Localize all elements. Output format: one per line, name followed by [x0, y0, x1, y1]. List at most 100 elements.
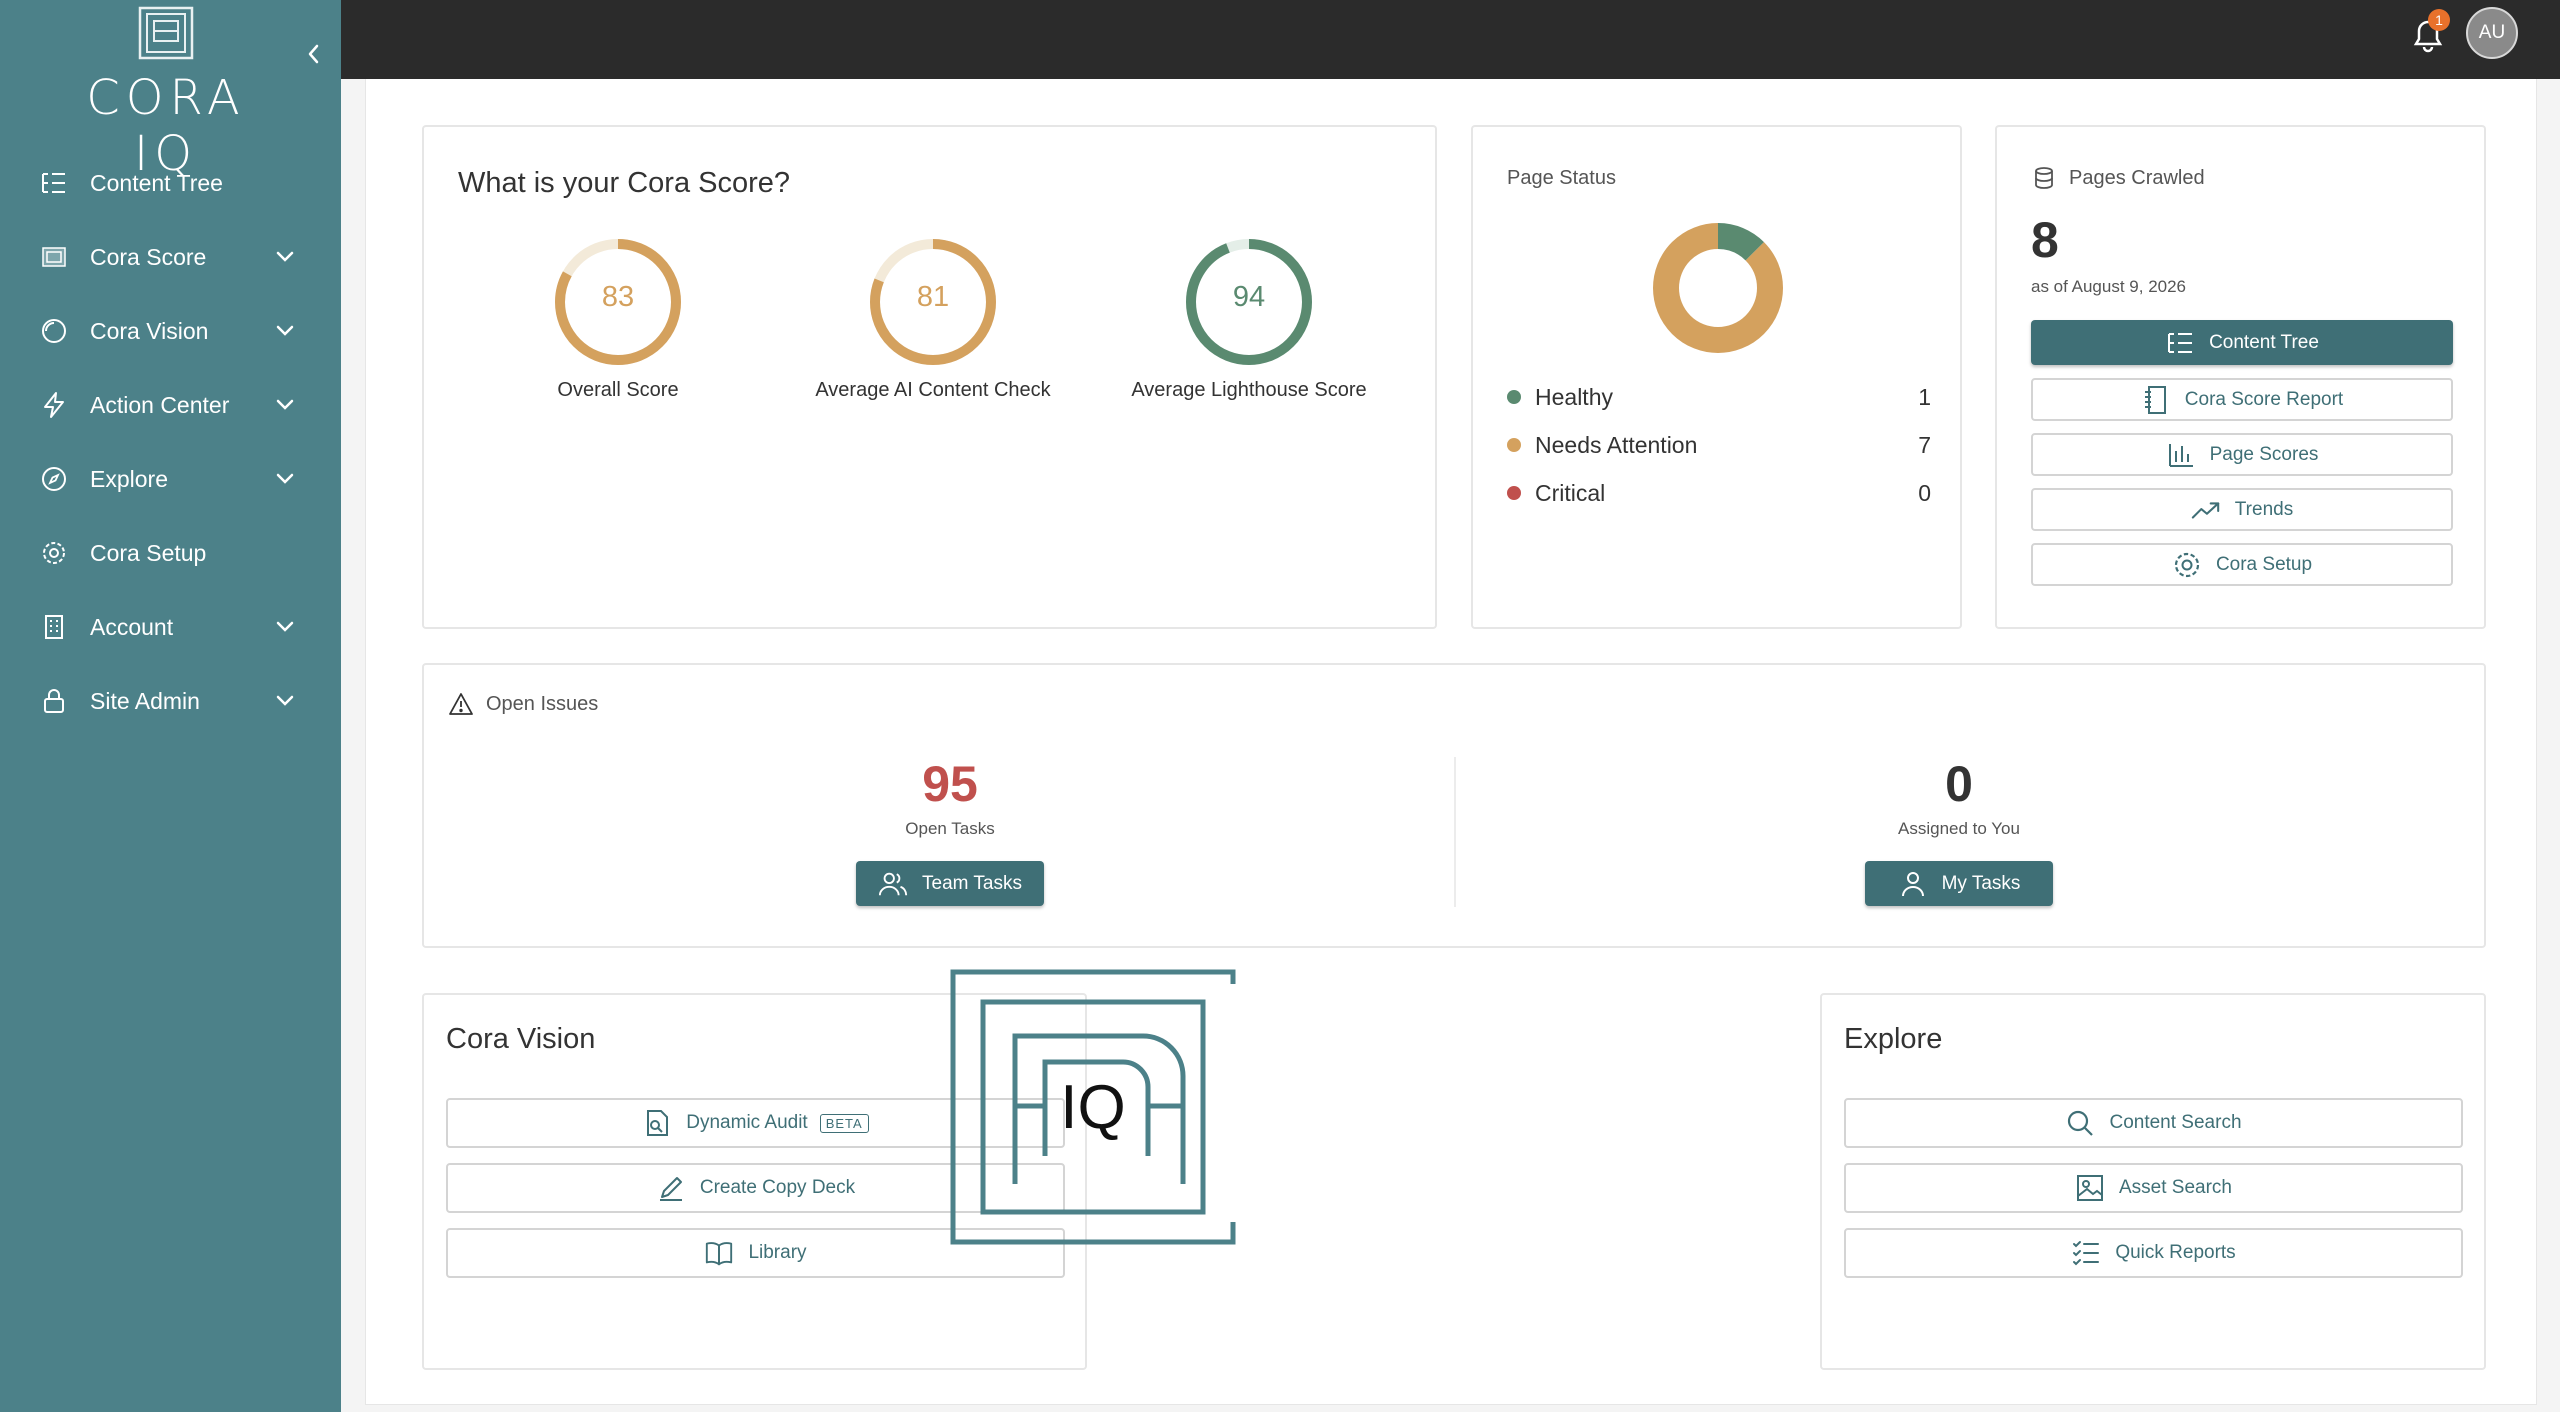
legend-row-needs-attention: Needs Attention 7	[1507, 427, 1931, 463]
gauge-value: 94	[1232, 281, 1266, 313]
card-title: Explore	[1844, 1023, 1943, 1055]
brand-logo[interactable]: CORA IQ	[54, 6, 278, 182]
button-label: Create Copy Deck	[699, 1177, 856, 1198]
assigned-count: 0	[1945, 756, 1973, 812]
page-status-donut	[1653, 223, 1783, 353]
sidebar-item-label: Cora Score	[90, 243, 207, 270]
sidebar-item-account[interactable]: Account	[0, 590, 341, 664]
legend-count: 7	[1918, 431, 1931, 458]
button-label: Page Scores	[2209, 443, 2319, 465]
cora-iq-logo-icon	[138, 6, 194, 60]
gear-icon	[2172, 550, 2202, 580]
card-title: What is your Cora Score?	[458, 167, 791, 199]
trends-button[interactable]: Trends	[2031, 488, 2453, 531]
card-title: Cora Vision	[446, 1023, 596, 1055]
card-title: Page Status	[1507, 167, 1616, 189]
open-tasks-label: Open Tasks	[905, 819, 995, 838]
content-search-button[interactable]: Content Search	[1844, 1098, 2463, 1148]
button-label: Team Tasks	[922, 872, 1022, 894]
legend-label: Needs Attention	[1535, 431, 1698, 458]
image-icon	[2075, 1173, 2105, 1203]
sidebar-item-label: Action Center	[90, 391, 230, 418]
gear-icon	[38, 537, 70, 569]
notebook-icon	[2141, 385, 2171, 415]
sidebar-item-action-center[interactable]: Action Center	[0, 368, 341, 442]
sidebar-item-content-tree[interactable]: Content Tree	[0, 146, 341, 220]
chevron-down-icon[interactable]	[273, 245, 297, 269]
legend-dot	[1507, 486, 1521, 500]
open-issues-card: Open Issues 95 Open Tasks Team Tasks 0 A…	[422, 663, 2486, 948]
pages-crawled-header: Pages Crawled	[2031, 165, 2205, 191]
legend-row-healthy: Healthy 1	[1507, 379, 1931, 415]
warning-icon	[449, 693, 473, 715]
beta-badge: BETA	[819, 1113, 869, 1133]
notification-badge: 1	[2428, 9, 2450, 31]
open-tasks-count: 95	[922, 756, 978, 812]
gauge-label: Average Lighthouse Score	[1131, 379, 1367, 401]
chevron-down-icon[interactable]	[273, 393, 297, 417]
center-logo-text: IQ	[1060, 1073, 1125, 1142]
avatar[interactable]: AU	[2466, 7, 2518, 59]
content-tree-button[interactable]: Content Tree	[2031, 320, 2453, 365]
search-icon	[2065, 1108, 2095, 1138]
legend-count: 0	[1918, 479, 1931, 506]
document-search-icon	[642, 1108, 672, 1138]
database-icon	[2035, 167, 2053, 189]
open-issues-header: Open Issues	[448, 691, 598, 717]
user-icon	[1898, 869, 1928, 899]
legend-count: 1	[1918, 383, 1931, 410]
gauge-value: 81	[916, 281, 950, 313]
page-status-card: Page Status Healthy 1 Needs Attention 7 …	[1471, 125, 1962, 629]
collapse-sidebar-icon[interactable]	[300, 40, 328, 68]
open-tasks-section: 95 Open Tasks	[750, 755, 1150, 839]
sidebar-item-label: Explore	[90, 465, 168, 492]
sidebar-item-cora-setup[interactable]: Cora Setup	[0, 516, 341, 590]
legend-label: Healthy	[1535, 383, 1613, 410]
cora-score-card: What is your Cora Score? 83 Overall Scor…	[422, 125, 1437, 629]
my-tasks-button[interactable]: My Tasks	[1865, 861, 2053, 906]
card-title: Pages Crawled	[2069, 166, 2205, 189]
tree-list-icon	[2165, 328, 2195, 358]
asset-search-button[interactable]: Asset Search	[1844, 1163, 2463, 1213]
chevron-down-icon[interactable]	[273, 615, 297, 639]
cora-score-report-button[interactable]: Cora Score Report	[2031, 378, 2453, 421]
button-label: Asset Search	[2119, 1177, 2232, 1198]
button-label: Content Search	[2109, 1112, 2242, 1133]
sidebar-item-label: Cora Setup	[90, 539, 207, 566]
cora-setup-button[interactable]: Cora Setup	[2031, 543, 2453, 586]
gauge-overall-score: 83 Overall Score	[498, 237, 738, 402]
sidebar-item-label: Cora Vision	[90, 317, 209, 344]
cora-iq-logo-icon: IQ	[950, 969, 1236, 1245]
pages-crawled-count: 8	[2031, 212, 2059, 268]
sidebar-item-site-admin[interactable]: Site Admin	[0, 664, 341, 738]
legend-label: Critical	[1535, 479, 1606, 506]
team-tasks-button[interactable]: Team Tasks	[856, 861, 1044, 906]
gauge-label: Overall Score	[557, 379, 679, 401]
gauge-ai-content-check: 81 Average AI Content Check	[813, 237, 1053, 402]
card-title: Open Issues	[486, 692, 599, 715]
users-icon	[878, 869, 908, 899]
explore-card: Explore Content Search Asset Search Quic…	[1820, 993, 2486, 1370]
page-scores-button[interactable]: Page Scores	[2031, 433, 2453, 476]
sidebar-item-cora-vision[interactable]: Cora Vision	[0, 294, 341, 368]
chevron-down-icon[interactable]	[273, 467, 297, 491]
button-label: Cora Setup	[2215, 553, 2313, 575]
gauge-value: 83	[601, 281, 635, 313]
legend-row-critical: Critical 0	[1507, 475, 1931, 511]
assigned-section: 0 Assigned to You	[1759, 755, 2159, 839]
pencil-icon	[656, 1173, 686, 1203]
pages-crawled-card: Pages Crawled 8 as of August 9, 2026 Con…	[1995, 125, 2486, 629]
sidebar-nav: Content Tree Cora Score Cora Vision Acti…	[0, 146, 341, 738]
legend-dot	[1507, 390, 1521, 404]
chevron-down-icon[interactable]	[273, 689, 297, 713]
button-label: Cora Score Report	[2184, 388, 2344, 410]
top-bar	[341, 0, 2560, 79]
sidebar-item-cora-score[interactable]: Cora Score	[0, 220, 341, 294]
chevron-down-icon[interactable]	[273, 319, 297, 343]
sidebar-item-explore[interactable]: Explore	[0, 442, 341, 516]
tree-list-icon	[38, 167, 70, 199]
button-label: Trends	[2234, 498, 2294, 520]
bar-chart-icon	[2166, 440, 2196, 470]
quick-reports-button[interactable]: Quick Reports	[1844, 1228, 2463, 1278]
gauge-lighthouse-score: 94 Average Lighthouse Score	[1129, 237, 1369, 402]
